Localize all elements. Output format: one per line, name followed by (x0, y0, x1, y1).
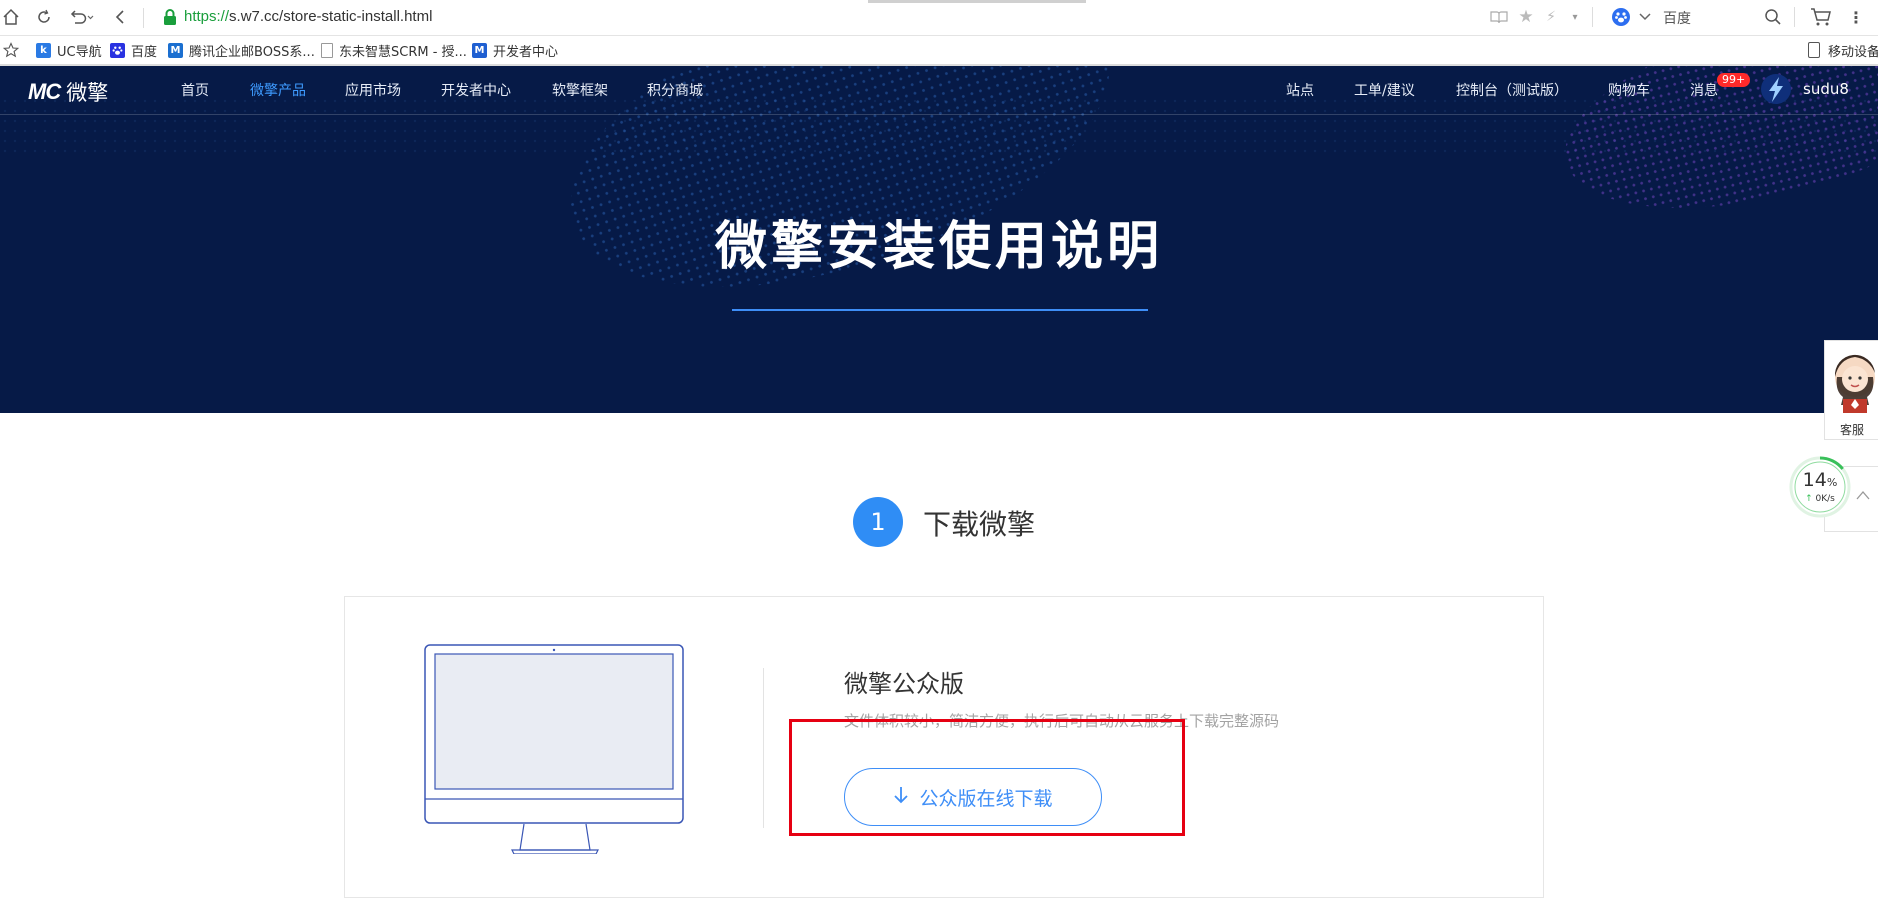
bookmark-label: 腾讯企业邮BOSS系... (189, 44, 315, 60)
url-separator (143, 8, 144, 28)
edition-description: 文件体积较小，简洁方便，执行后可自动从云服务上下载完整源码 (844, 712, 1280, 730)
card-divider (763, 668, 764, 828)
speed-rate-value: 0K/s (1815, 494, 1835, 504)
tab-strip-indicator (868, 0, 1086, 3)
nav-home[interactable]: 首页 (181, 80, 209, 100)
bookmark-star-icon[interactable] (3, 40, 19, 60)
nav-messages[interactable]: 消息 (1690, 80, 1718, 100)
baidu-paw-icon[interactable] (1610, 6, 1632, 28)
mobile-device-button[interactable]: 移动设备 (1808, 40, 1878, 60)
customer-service-label: 客服 (1839, 423, 1864, 437)
url-scheme: https:// (184, 8, 230, 25)
download-arrow-icon (893, 785, 909, 810)
url-path: s.w7.cc/store-static-install.html (229, 8, 433, 25)
baidu-icon (110, 42, 125, 58)
document-icon (321, 42, 333, 58)
step-number-badge: 1 (853, 497, 903, 547)
download-button-label: 公众版在线下载 (919, 787, 1053, 810)
search-engine-dropdown-icon[interactable] (1634, 6, 1656, 28)
nav-console[interactable]: 控制台（测试版） (1456, 80, 1568, 100)
nav-points-mall[interactable]: 积分商城 (647, 80, 703, 100)
chevron-down-icon[interactable]: ▾ (1564, 6, 1586, 28)
mobile-device-icon (1808, 42, 1820, 58)
hero-banner: MC 微擎 首页 微擎产品 应用市场 开发者中心 软擎框架 积分商城 站点 工单… (0, 66, 1878, 413)
nav-products[interactable]: 微擎产品 (250, 80, 306, 100)
speed-rate: ↑ 0K/s (1789, 494, 1851, 504)
message-count-badge: 99+ (1717, 73, 1751, 87)
monitor-illustration (424, 644, 684, 854)
speed-percent: 14% (1789, 469, 1851, 491)
bookmark-uc-nav[interactable]: k UC导航 (36, 40, 102, 60)
logo-name: 微擎 (66, 81, 109, 105)
nav-framework[interactable]: 软擎框架 (552, 80, 608, 100)
reader-mode-icon[interactable] (1488, 6, 1510, 28)
browser-address-bar: https://s.w7.cc/store-static-install.htm… (0, 0, 1878, 36)
speed-percent-value: 14 (1802, 469, 1827, 491)
cart-icon[interactable] (1810, 6, 1832, 28)
upload-arrow-icon: ↑ (1805, 494, 1816, 504)
title-underline (732, 309, 1148, 311)
lock-icon[interactable] (161, 8, 179, 26)
customer-service-widget[interactable]: 客服 (1824, 340, 1878, 440)
bookmark-baidu[interactable]: 百度 (110, 40, 157, 60)
step-title: 下载微擎 (923, 508, 1036, 541)
back-icon[interactable] (110, 6, 132, 28)
site-logo[interactable]: MC 微擎 (28, 77, 108, 107)
bookmark-label: 百度 (131, 44, 158, 60)
username[interactable]: sudu8 (1803, 80, 1849, 98)
bookmark-label: UC导航 (57, 44, 102, 60)
search-engine-label[interactable]: 百度 (1663, 8, 1691, 28)
online-download-button[interactable]: 公众版在线下载 (844, 768, 1102, 826)
logo-mark: MC (28, 79, 61, 104)
user-avatar[interactable] (1760, 73, 1792, 105)
uc-nav-icon: k (36, 42, 51, 58)
nav-app-market[interactable]: 应用市场 (345, 80, 401, 100)
mobile-device-label: 移动设备 (1828, 44, 1878, 60)
nav-divider (0, 114, 1878, 115)
toolbar-separator (1592, 7, 1593, 27)
nav-tickets[interactable]: 工单/建议 (1354, 80, 1415, 100)
url-field[interactable]: https://s.w7.cc/store-static-install.htm… (184, 8, 432, 25)
lightning-icon[interactable]: ⚡ (1540, 6, 1562, 28)
more-menu-icon[interactable]: ⋮ (1845, 6, 1867, 28)
chevron-up-icon (1856, 491, 1870, 500)
reload-icon[interactable] (33, 6, 55, 28)
bookmark-dev-center[interactable]: M 开发者中心 (472, 40, 558, 60)
bookmark-label: 开发者中心 (493, 44, 559, 60)
page-title: 微擎安装使用说明 (714, 217, 1163, 277)
undo-close-tab-icon[interactable] (68, 6, 98, 28)
home-icon[interactable] (0, 6, 22, 28)
bookmark-label: 东未智慧SCRM - 授... (339, 44, 467, 60)
bookmark-scrm[interactable]: 东未智慧SCRM - 授... (321, 40, 467, 60)
bookmarks-bar: k UC导航 百度 M 腾讯企业邮BOSS系... 东未智慧SCRM - 授..… (0, 36, 1878, 66)
tencent-mail-icon: M (168, 42, 183, 58)
network-speed-widget[interactable]: 14% ↑ 0K/s (1789, 456, 1851, 518)
toolbar-separator (1794, 7, 1795, 27)
edition-title: 微擎公众版 (844, 670, 964, 698)
search-icon[interactable] (1762, 6, 1784, 28)
w7-logo-icon: M (472, 42, 487, 58)
nav-cart[interactable]: 购物车 (1608, 80, 1650, 100)
nav-sites[interactable]: 站点 (1286, 80, 1314, 100)
speed-percent-unit: % (1826, 476, 1838, 489)
customer-service-avatar-icon (1834, 354, 1875, 413)
nav-dev-center[interactable]: 开发者中心 (441, 80, 511, 100)
star-icon[interactable]: ★ (1515, 6, 1537, 28)
bookmark-tencent-mail[interactable]: M 腾讯企业邮BOSS系... (168, 40, 315, 60)
